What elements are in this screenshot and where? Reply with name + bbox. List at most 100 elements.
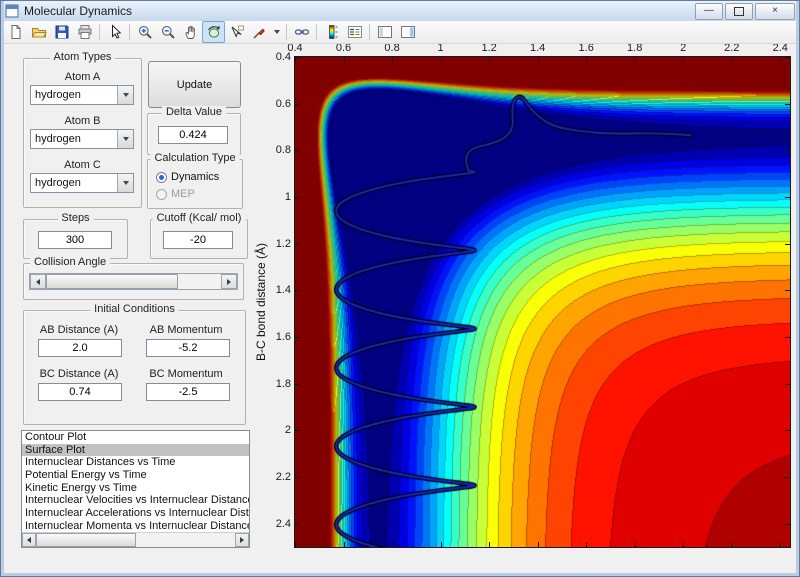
close-button[interactable]: × xyxy=(755,2,795,20)
radio-dynamics-label: Dynamics xyxy=(171,171,220,183)
radio-dynamics[interactable]: Dynamics xyxy=(156,171,219,183)
update-button[interactable]: Update xyxy=(148,61,241,108)
toolbar-edit-pointer-button[interactable] xyxy=(103,21,126,43)
bc-distance-input[interactable] xyxy=(38,383,122,401)
zoom-out-icon xyxy=(161,26,175,39)
y-tick-mark xyxy=(785,337,790,338)
toolbar-new-figure-button[interactable] xyxy=(4,21,27,43)
toolbar-save-figure-button[interactable] xyxy=(50,21,73,43)
slider-thumb[interactable] xyxy=(46,274,178,289)
maximize-button[interactable] xyxy=(725,2,753,20)
toolbar-zoom-out-button[interactable] xyxy=(156,21,179,43)
list-item[interactable]: Internuclear Accelerations vs Internucle… xyxy=(22,507,249,520)
scrollbar-right-arrow-button[interactable] xyxy=(235,533,249,547)
chevron-down-icon xyxy=(274,30,280,34)
delta-value-input[interactable] xyxy=(158,126,228,144)
slider-right-arrow-button[interactable] xyxy=(221,274,237,289)
ab-distance-input[interactable] xyxy=(38,339,122,357)
listbox-items: Contour Plot Surface Plot Internuclear Dis… xyxy=(22,431,249,533)
group-cutoff: Cutoff (Kcal/ mol) xyxy=(150,212,248,259)
y-tick-mark xyxy=(785,103,790,105)
link-plot-icon xyxy=(294,29,309,35)
list-item[interactable]: Contour Plot xyxy=(22,431,249,444)
bc-distance-label: BC Distance (A) xyxy=(39,368,119,380)
cutoff-input[interactable] xyxy=(163,231,233,249)
list-item[interactable]: Kinetic Energy vs Time xyxy=(22,482,249,495)
y-tick-mark xyxy=(785,523,790,525)
toolbar-brush-data-button[interactable] xyxy=(248,21,271,43)
maximize-icon xyxy=(734,6,744,16)
toolbar-insert-legend-button[interactable] xyxy=(343,21,366,43)
group-title: Initial Conditions xyxy=(90,303,179,315)
radio-button-icon xyxy=(156,188,167,200)
atom-c-dropdown[interactable]: hydrogen xyxy=(30,173,134,193)
y-tick-mark xyxy=(785,243,790,245)
toolbar-rotate-3d-button[interactable] xyxy=(202,21,225,43)
group-calculation-type: Calculation Type Dynamics MEP xyxy=(147,152,243,209)
x-tick-mark xyxy=(683,542,685,547)
toolbar-separator xyxy=(99,24,100,40)
plot-type-listbox[interactable]: Contour Plot Surface Plot Internuclear Dis… xyxy=(21,430,250,548)
x-tick-mark xyxy=(440,57,442,62)
atom-a-dropdown[interactable]: hydrogen xyxy=(30,85,134,105)
list-item[interactable]: Internuclear Velocities vs Internuclear … xyxy=(22,494,249,507)
collision-angle-slider[interactable] xyxy=(29,273,238,290)
y-tick-label: 0.6 xyxy=(275,97,291,110)
scrollbar-left-arrow-button[interactable] xyxy=(22,533,36,547)
group-title: Atom Types xyxy=(49,51,116,63)
y-tick-mark xyxy=(295,103,300,105)
y-tick-label: 1.6 xyxy=(275,331,291,343)
y-tick-mark xyxy=(295,150,300,152)
y-tick-mark xyxy=(295,430,300,432)
steps-input[interactable] xyxy=(38,231,112,249)
y-tick-mark xyxy=(295,337,300,338)
toolbar-separator xyxy=(129,24,130,40)
brush-dropdown-button[interactable] xyxy=(271,21,283,43)
group-title: Steps xyxy=(57,212,94,224)
y-tick-mark xyxy=(295,477,300,478)
radio-mep[interactable]: MEP xyxy=(156,188,195,200)
list-item[interactable]: Internuclear Momenta vs Internuclear Dis… xyxy=(22,520,249,533)
app-window: Molecular Dynamics — × Atom Types Atom A… xyxy=(0,0,800,577)
atom-a-label: Atom A xyxy=(64,71,101,83)
x-tick-mark xyxy=(392,542,394,547)
new-figure-icon xyxy=(11,25,20,39)
atom-b-dropdown[interactable]: hydrogen xyxy=(30,129,134,149)
x-tick-mark xyxy=(731,542,733,547)
toolbar-show-plot-tools-button[interactable] xyxy=(396,21,419,43)
y-tick-mark xyxy=(295,290,300,292)
slider-left-arrow-button[interactable] xyxy=(30,274,46,289)
toolbar-link-plot-button[interactable] xyxy=(290,21,313,43)
app-icon xyxy=(5,4,19,18)
scrollbar-thumb[interactable] xyxy=(36,533,136,547)
y-tick-mark xyxy=(785,290,790,292)
list-item[interactable]: Internuclear Distances vs Time xyxy=(22,456,249,469)
minimize-button[interactable]: — xyxy=(695,2,723,20)
y-tick-mark xyxy=(295,523,300,525)
contour-plot-canvas[interactable] xyxy=(295,57,790,547)
pointer-icon xyxy=(111,24,121,39)
atom-b-label: Atom B xyxy=(64,115,101,127)
atom-a-value: hydrogen xyxy=(35,89,81,101)
toolbar-pan-button[interactable] xyxy=(179,21,202,43)
toolbar-open-file-button[interactable] xyxy=(27,21,50,43)
listbox-horizontal-scrollbar[interactable] xyxy=(22,532,249,547)
save-icon xyxy=(55,25,68,39)
ab-momentum-input[interactable] xyxy=(146,339,230,357)
y-tick-mark xyxy=(295,57,300,58)
legend-icon xyxy=(347,26,362,38)
list-item[interactable]: Potential Energy vs Time xyxy=(22,469,249,482)
toolbar-data-cursor-button[interactable] xyxy=(225,21,248,43)
toolbar-hide-plot-tools-button[interactable] xyxy=(373,21,396,43)
toolbar-zoom-in-button[interactable] xyxy=(133,21,156,43)
atom-c-value: hydrogen xyxy=(35,177,81,189)
list-item[interactable]: Surface Plot xyxy=(22,443,249,457)
radio-button-icon xyxy=(156,171,167,183)
toolbar-print-figure-button[interactable] xyxy=(73,21,96,43)
x-tick-mark xyxy=(634,57,636,62)
group-title: Calculation Type xyxy=(150,152,240,164)
title-bar[interactable]: Molecular Dynamics — × xyxy=(1,1,799,22)
bc-momentum-input[interactable] xyxy=(146,383,230,401)
toolbar-insert-colorbar-button[interactable] xyxy=(320,21,343,43)
print-icon xyxy=(78,25,91,39)
